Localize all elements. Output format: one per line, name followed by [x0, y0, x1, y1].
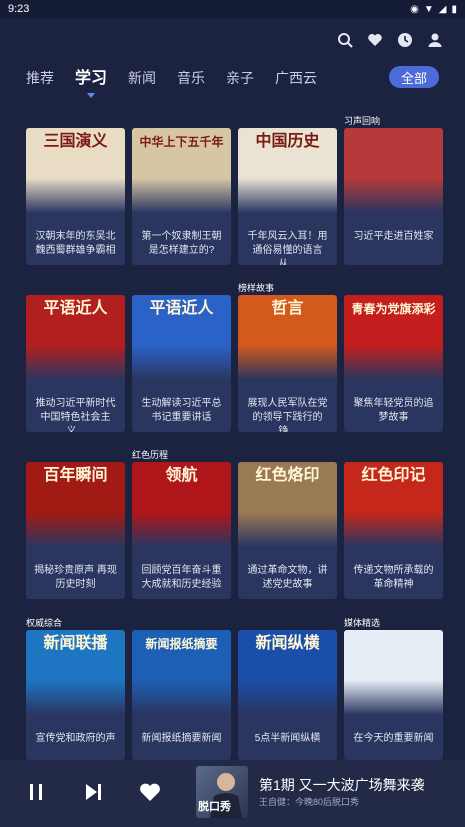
album-cover-title: 三国演义	[43, 133, 108, 150]
album-description: 第一个奴隶制王朝是怎样建立的?	[141, 231, 222, 256]
section-label: 媒体精选	[344, 618, 381, 628]
album-description: 新闻报纸摘要新闻	[141, 733, 222, 744]
album-card[interactable]: 新闻报纸摘要 新闻报纸摘要新闻	[132, 630, 231, 760]
album-card[interactable]: 中国历史千年风云入耳！用通俗易懂的语言从...	[238, 128, 337, 265]
album-card[interactable]: 红色烙印通过革命文物，讲述党史故事	[238, 462, 337, 599]
signal-icon: ◢	[438, 3, 447, 15]
album-card[interactable]: 哲言展现人民军队在党的领导下践行的铮...	[238, 295, 337, 432]
tab-family[interactable]: 亲子	[226, 68, 254, 88]
album-card[interactable]: 青春为党旗添彩聚焦年轻党员的追梦故事	[344, 295, 443, 432]
album-description: 揭秘珍贵原声 再现历史时刻	[34, 565, 117, 590]
album-cover-title: 百年瞬间	[43, 467, 108, 484]
section-label: 榜样故事	[238, 283, 275, 293]
status-icons: ◉ ▼ ◢ ▮	[410, 4, 457, 15]
album-description: 展现人民军队在党的领导下践行的铮...	[247, 398, 328, 432]
now-playing-subtitle: 王自健：今晚80后脱口秀	[259, 797, 360, 807]
album-card[interactable]: 新闻纵横 5点半新闻纵横	[238, 630, 337, 760]
album-description: 聚焦年轻党员的追梦故事	[353, 398, 434, 423]
album-card[interactable]: 新闻联播宣传党和政府的声	[26, 630, 125, 760]
album-description: 5点半新闻纵横	[254, 733, 321, 744]
tab-study[interactable]: 学习	[75, 64, 107, 98]
album-card[interactable]: 在今天的重要新闻	[344, 630, 443, 760]
album-cover-title: 平语近人	[43, 300, 108, 317]
album-card[interactable]: 平语近人生动解读习近平总书记重要讲话	[132, 295, 231, 432]
album-cover-title: 新闻报纸摘要	[145, 637, 218, 651]
clock-icon[interactable]	[397, 32, 413, 48]
album-card[interactable]: 习近平走进百姓家	[344, 128, 443, 265]
album-cover-title: 中华上下五千年	[139, 135, 224, 149]
now-playing-cover[interactable]: 脱口秀	[196, 766, 248, 818]
album-card[interactable]: 红色印记传递文物所承载的革命精神	[344, 462, 443, 599]
album-cover	[344, 128, 443, 213]
heart-icon[interactable]	[367, 32, 383, 48]
search-icon[interactable]	[337, 32, 353, 48]
tab-guangxi-cloud[interactable]: 广西云	[275, 68, 317, 88]
location-icon: ◉	[410, 3, 419, 15]
player-bar: 脱口秀 第1期 又一大波广场舞来袭 王自健：今晚80后脱口秀	[0, 760, 465, 827]
album-description: 生动解读习近平总书记重要讲话	[141, 398, 222, 423]
album-cover-title: 哲言	[271, 300, 304, 317]
album-cover-title: 红色烙印	[255, 467, 320, 484]
section-label: 权威综合	[26, 618, 63, 628]
album-cover-title: 领航	[165, 467, 198, 484]
user-icon[interactable]	[427, 32, 443, 48]
all-categories-button[interactable]: 全部	[389, 66, 439, 88]
album-card[interactable]: 三国演义汉朝末年的东吴北魏西蜀群雄争霸相	[26, 128, 125, 265]
category-tabs: 推荐 学习 新闻 音乐 亲子 广西云	[26, 64, 338, 98]
album-cover-title: 中国历史	[255, 133, 320, 150]
album-cover-title: 青春为党旗添彩	[351, 302, 436, 316]
album-card[interactable]: 百年瞬间揭秘珍贵原声 再现历史时刻	[26, 462, 125, 599]
album-card[interactable]: 平语近人推动习近平新时代中国特色社会主义...	[26, 295, 125, 432]
tab-news[interactable]: 新闻	[128, 68, 156, 88]
album-description: 宣传党和政府的声	[35, 733, 116, 744]
album-description: 回顾党百年奋斗重大成就和历史经验	[141, 565, 222, 590]
album-cover-title: 红色印记	[361, 467, 426, 484]
battery-icon: ▮	[451, 3, 457, 15]
album-description: 传递文物所承载的革命精神	[353, 565, 434, 590]
tab-music[interactable]: 音乐	[177, 68, 205, 88]
album-cover-title: 新闻纵横	[255, 635, 320, 652]
cover-logo-text: 脱口秀	[198, 801, 231, 813]
album-description: 通过革命文物，讲述党史故事	[247, 565, 328, 590]
album-description: 在今天的重要新闻	[353, 733, 434, 744]
status-bar: 9:23 ◉ ▼ ◢ ▮	[0, 0, 465, 18]
album-description: 千年风云入耳！用通俗易懂的语言从...	[247, 231, 328, 265]
tab-recommend[interactable]: 推荐	[26, 68, 54, 88]
album-cover-title: 新闻联播	[43, 635, 108, 652]
favorite-heart-button[interactable]	[138, 780, 162, 804]
album-card[interactable]: 领航回顾党百年奋斗重大成就和历史经验	[132, 462, 231, 599]
album-description: 习近平走进百姓家	[353, 231, 434, 242]
top-toolbar	[337, 32, 443, 48]
section-label: 红色历程	[132, 450, 169, 460]
album-card[interactable]: 中华上下五千年第一个奴隶制王朝是怎样建立的?	[132, 128, 231, 265]
now-playing-title[interactable]: 第1期 又一大波广场舞来袭	[259, 775, 425, 795]
next-track-button[interactable]	[81, 780, 105, 804]
status-time: 9:23	[8, 3, 30, 15]
album-cover-title: 平语近人	[149, 300, 214, 317]
wifi-icon: ▼	[423, 3, 434, 15]
album-description: 推动习近平新时代中国特色社会主义...	[35, 398, 116, 432]
album-cover	[344, 630, 443, 715]
section-label: 习声回响	[344, 116, 381, 126]
album-description: 汉朝末年的东吴北魏西蜀群雄争霸相	[35, 231, 116, 256]
pause-button[interactable]	[24, 780, 48, 804]
